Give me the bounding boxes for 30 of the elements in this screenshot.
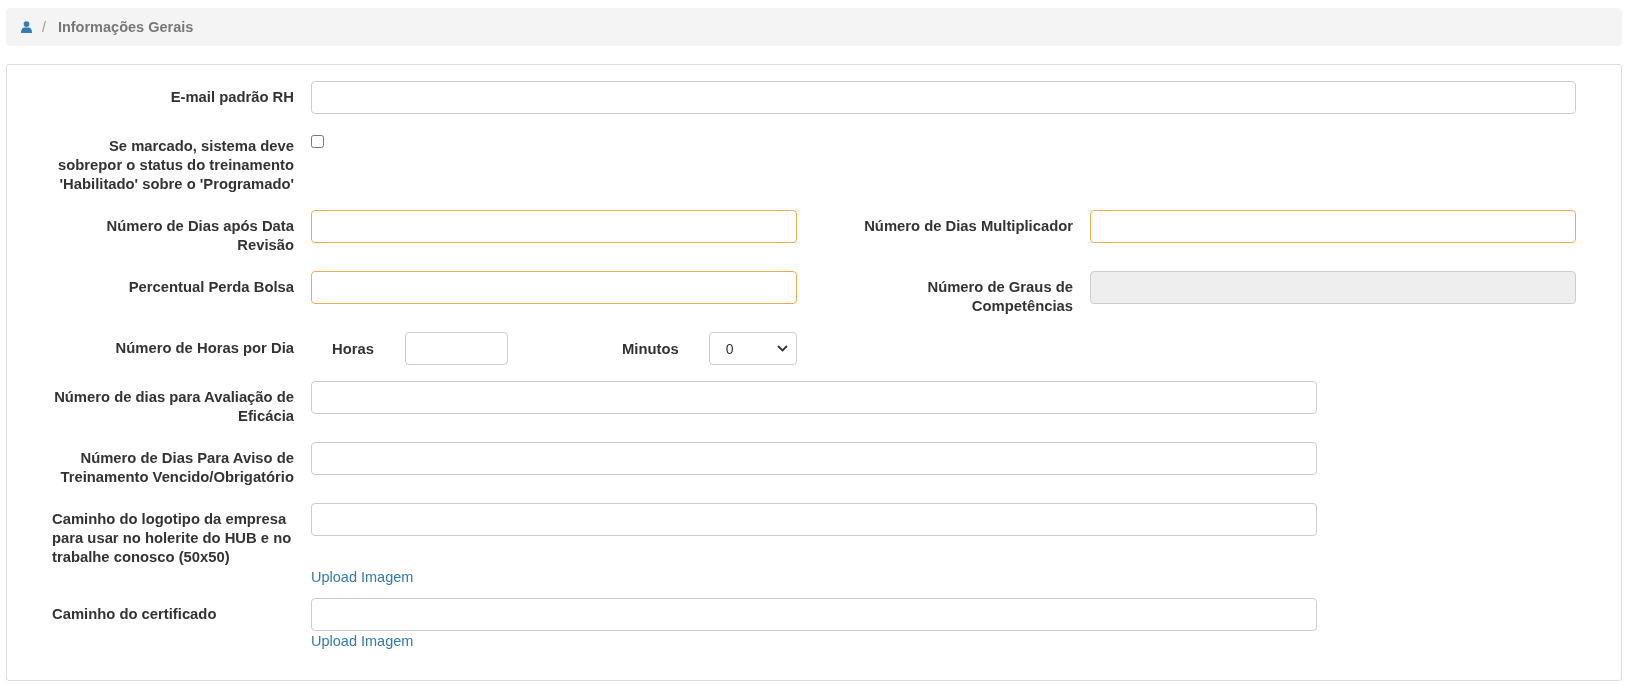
input-field[interactable] [311, 381, 1317, 414]
field-label: E-mail padrão RH [169, 88, 294, 107]
field-label: Se marcado, sistema deve sobrepor o status do treinamento 'Habilitado' sobre o 'Programado' [57, 137, 294, 194]
input-field[interactable] [311, 210, 797, 243]
chevron-down-icon [776, 345, 788, 352]
field-label: Caminho do logotipo da empresa para usar no holerite do HUB e no trabalhe conosco (50x50) [52, 510, 293, 567]
hours-label: Horas [332, 340, 374, 357]
input-field[interactable] [1090, 210, 1576, 243]
input-field[interactable] [311, 81, 1576, 114]
field-label: Número de Dias após Data Revisão [105, 217, 294, 255]
field-label: Número de Dias Para Aviso de Treinamento Vencido/Obrigatório [59, 449, 294, 487]
input-field[interactable] [311, 442, 1317, 475]
input-field[interactable] [311, 503, 1317, 536]
field-label: Percentual Perda Bolsa [127, 278, 294, 297]
input-field[interactable] [311, 598, 1317, 631]
upload-image-link[interactable]: Upload Imagem [311, 568, 414, 586]
input-field[interactable] [311, 271, 797, 304]
user-icon[interactable] [21, 21, 32, 33]
checkbox[interactable] [311, 135, 324, 148]
upload-image-link[interactable]: Upload Imagem [311, 632, 414, 650]
breadcrumb-separator: / [42, 19, 46, 35]
field-label: Número de Dias Multiplicador [863, 217, 1073, 236]
minutes-select[interactable]: 0 [708, 332, 797, 365]
field-label: Número de dias para Avaliação de Eficácia [53, 388, 294, 426]
field-label: Caminho do certificado [52, 605, 218, 624]
hours-input[interactable] [404, 332, 508, 365]
field-label: Número de Graus de Competências [926, 278, 1073, 316]
minutes-label: Minutos [621, 340, 679, 357]
field-label: Número de Horas por Dia [114, 339, 294, 358]
breadcrumb-item[interactable]: Informações Gerais [57, 19, 194, 35]
